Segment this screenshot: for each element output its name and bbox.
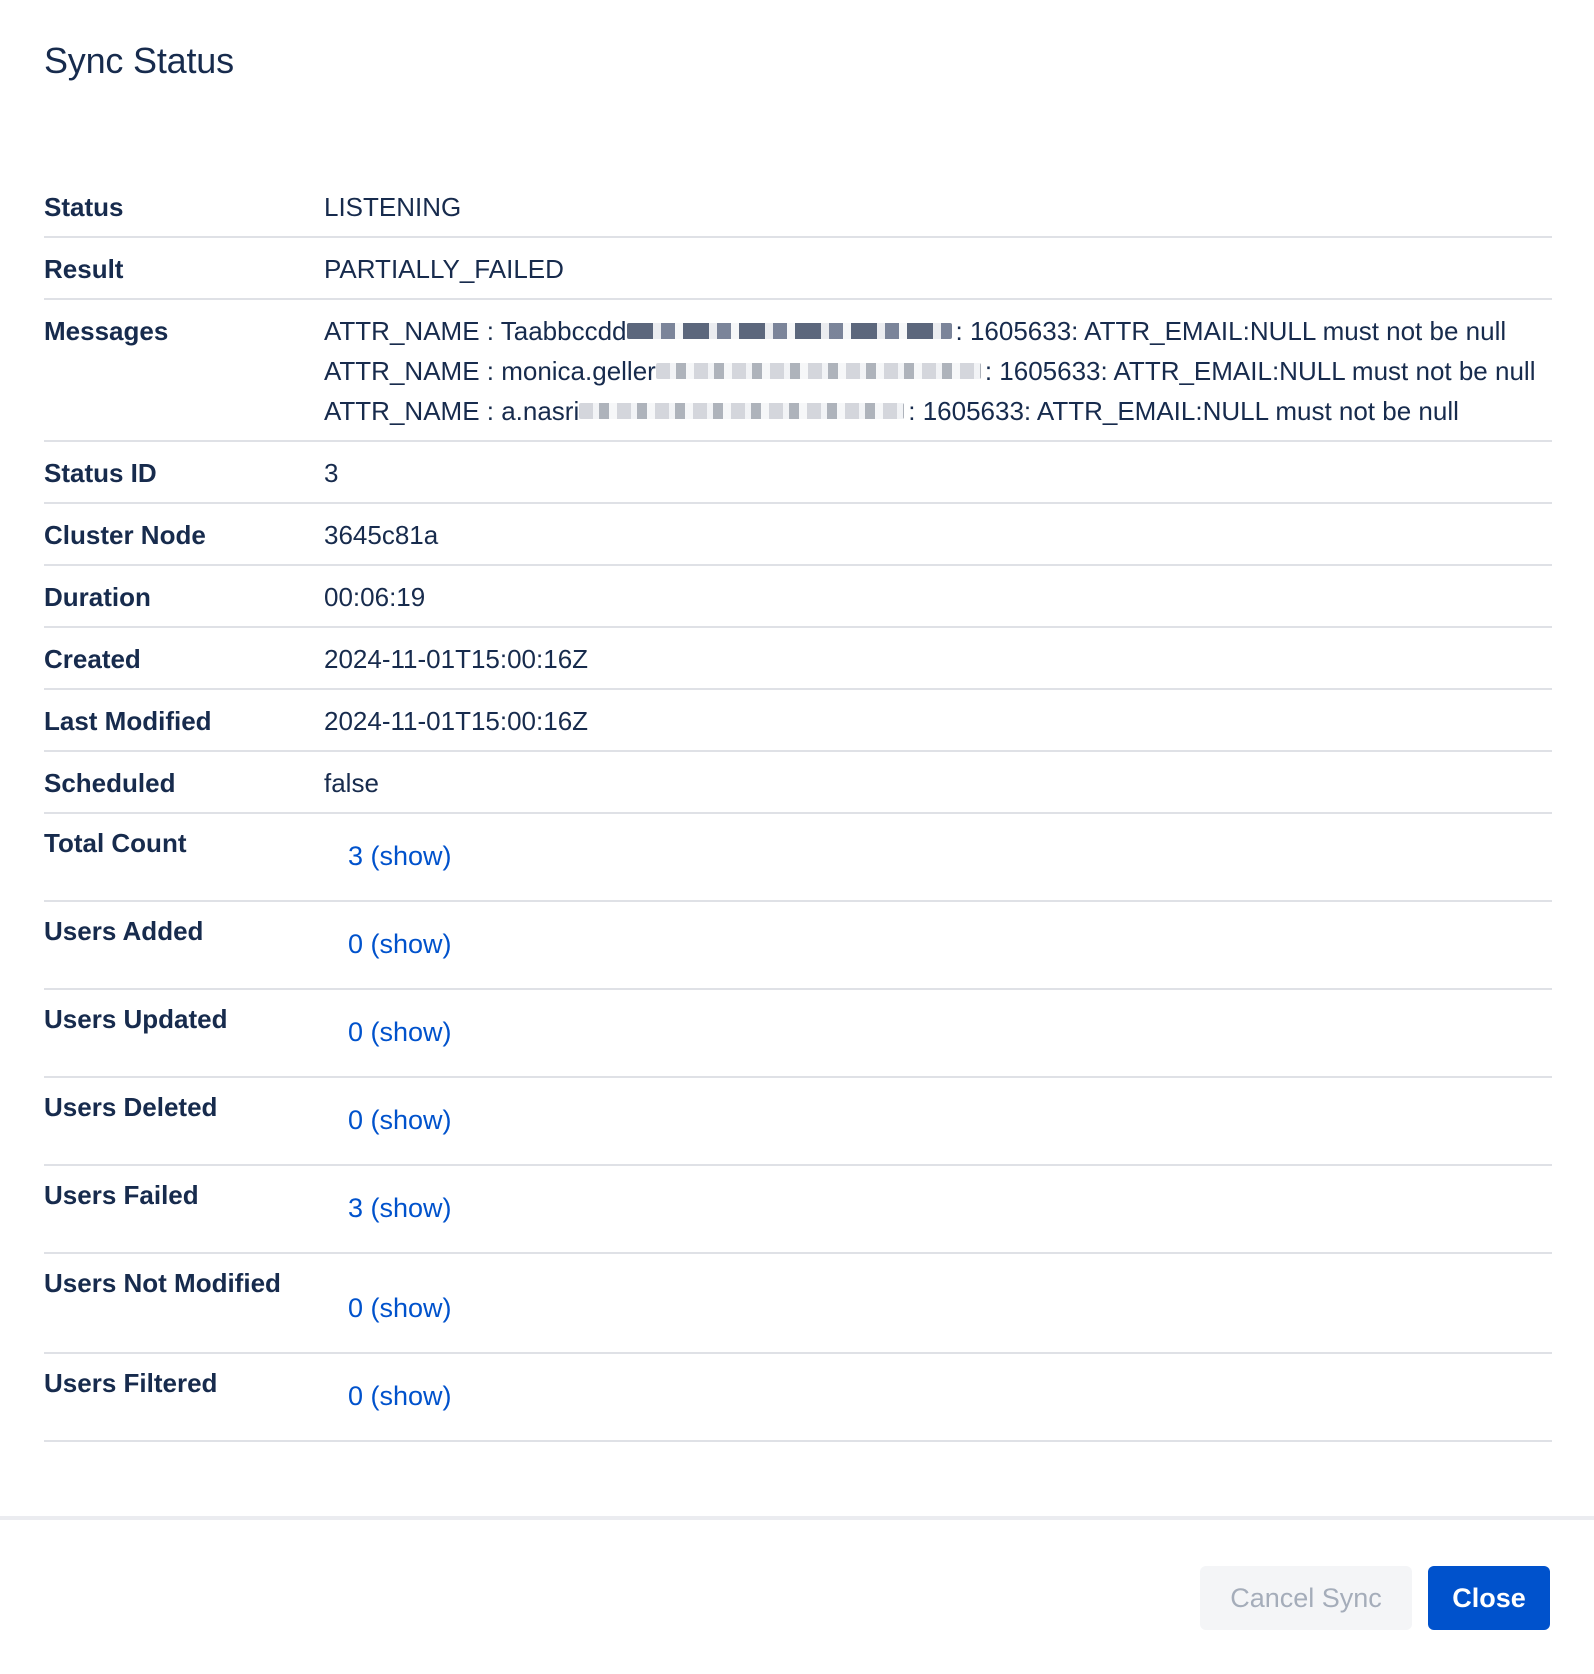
dialog-title: Sync Status	[44, 40, 234, 81]
dialog-footer: Cancel Sync Close	[0, 1516, 1594, 1674]
redacted-email	[655, 363, 981, 380]
cancel-sync-button[interactable]: Cancel Sync	[1200, 1566, 1412, 1630]
duration-value: 00:06:19	[324, 565, 1552, 628]
message-suffix: : 1605633: ATTR_EMAIL:NULL must not be n…	[955, 316, 1507, 346]
total-count-row: Total Count 3 (show)	[44, 813, 1552, 902]
created-value: 2024-11-01T15:00:16Z	[324, 627, 1552, 690]
users-added-row: Users Added 0 (show)	[44, 901, 1552, 990]
status-id-label: Status ID	[44, 441, 324, 504]
duration-row: Duration 00:06:19	[44, 565, 1552, 628]
last-modified-value: 2024-11-01T15:00:16Z	[324, 689, 1552, 752]
users-filtered-show-link[interactable]: 0 (show)	[348, 1376, 452, 1416]
users-failed-show-link[interactable]: 3 (show)	[348, 1188, 452, 1228]
status-value: LISTENING	[324, 176, 1552, 238]
users-added-label: Users Added	[44, 901, 324, 990]
message-prefix: ATTR_NAME : a.nasri	[324, 396, 580, 426]
cluster-node-label: Cluster Node	[44, 503, 324, 566]
users-updated-label: Users Updated	[44, 989, 324, 1078]
status-row: Status LISTENING	[44, 176, 1552, 238]
messages-value: ATTR_NAME : Taabbccdd : 1605633: ATTR_EMA…	[324, 299, 1552, 442]
result-label: Result	[44, 237, 324, 300]
users-not-modified-show-link[interactable]: 0 (show)	[348, 1288, 452, 1328]
users-failed-row: Users Failed 3 (show)	[44, 1165, 1552, 1254]
message-line: ATTR_NAME : a.nasri : 1605633: ATTR_EMAIL…	[324, 391, 1552, 431]
result-row: Result PARTIALLY_FAILED	[44, 237, 1552, 300]
scheduled-row: Scheduled false	[44, 751, 1552, 814]
users-failed-label: Users Failed	[44, 1165, 324, 1254]
users-filtered-label: Users Filtered	[44, 1353, 324, 1442]
cluster-node-row: Cluster Node 3645c81a	[44, 503, 1552, 566]
details-table: Status LISTENING Result PARTIALLY_FAILED…	[44, 176, 1552, 1442]
message-suffix: : 1605633: ATTR_EMAIL:NULL must not be n…	[908, 396, 1459, 426]
last-modified-label: Last Modified	[44, 689, 324, 752]
redacted-email	[626, 323, 952, 340]
status-id-value: 3	[324, 441, 1552, 504]
users-deleted-label: Users Deleted	[44, 1077, 324, 1166]
messages-label: Messages	[44, 299, 324, 442]
message-prefix: ATTR_NAME : Taabbccdd	[324, 316, 627, 346]
message-line: ATTR_NAME : Taabbccdd : 1605633: ATTR_EMA…	[324, 311, 1552, 351]
users-filtered-row: Users Filtered 0 (show)	[44, 1353, 1552, 1442]
result-value: PARTIALLY_FAILED	[324, 237, 1552, 300]
users-deleted-show-link[interactable]: 0 (show)	[348, 1100, 452, 1140]
message-line: ATTR_NAME : monica.geller : 1605633: ATTR…	[324, 351, 1552, 391]
close-button[interactable]: Close	[1428, 1566, 1550, 1630]
messages-row: Messages ATTR_NAME : Taabbccdd : 1605633:…	[44, 299, 1552, 442]
total-count-label: Total Count	[44, 813, 324, 902]
users-not-modified-label: Users Not Modified	[44, 1253, 324, 1354]
scheduled-label: Scheduled	[44, 751, 324, 814]
status-id-row: Status ID 3	[44, 441, 1552, 504]
message-prefix: ATTR_NAME : monica.geller	[324, 356, 656, 386]
created-row: Created 2024-11-01T15:00:16Z	[44, 627, 1552, 690]
message-suffix: : 1605633: ATTR_EMAIL:NULL must not be n…	[984, 356, 1536, 386]
last-modified-row: Last Modified 2024-11-01T15:00:16Z	[44, 689, 1552, 752]
cluster-node-value: 3645c81a	[324, 503, 1552, 566]
duration-label: Duration	[44, 565, 324, 628]
users-updated-show-link[interactable]: 0 (show)	[348, 1012, 452, 1052]
users-not-modified-row: Users Not Modified 0 (show)	[44, 1253, 1552, 1354]
redacted-email	[579, 403, 905, 420]
total-count-show-link[interactable]: 3 (show)	[348, 836, 452, 876]
created-label: Created	[44, 627, 324, 690]
sync-status-details[interactable]: Status LISTENING Result PARTIALLY_FAILED…	[0, 176, 1594, 1516]
status-label: Status	[44, 176, 324, 238]
users-deleted-row: Users Deleted 0 (show)	[44, 1077, 1552, 1166]
users-added-show-link[interactable]: 0 (show)	[348, 924, 452, 964]
users-updated-row: Users Updated 0 (show)	[44, 989, 1552, 1078]
scheduled-value: false	[324, 751, 1552, 814]
